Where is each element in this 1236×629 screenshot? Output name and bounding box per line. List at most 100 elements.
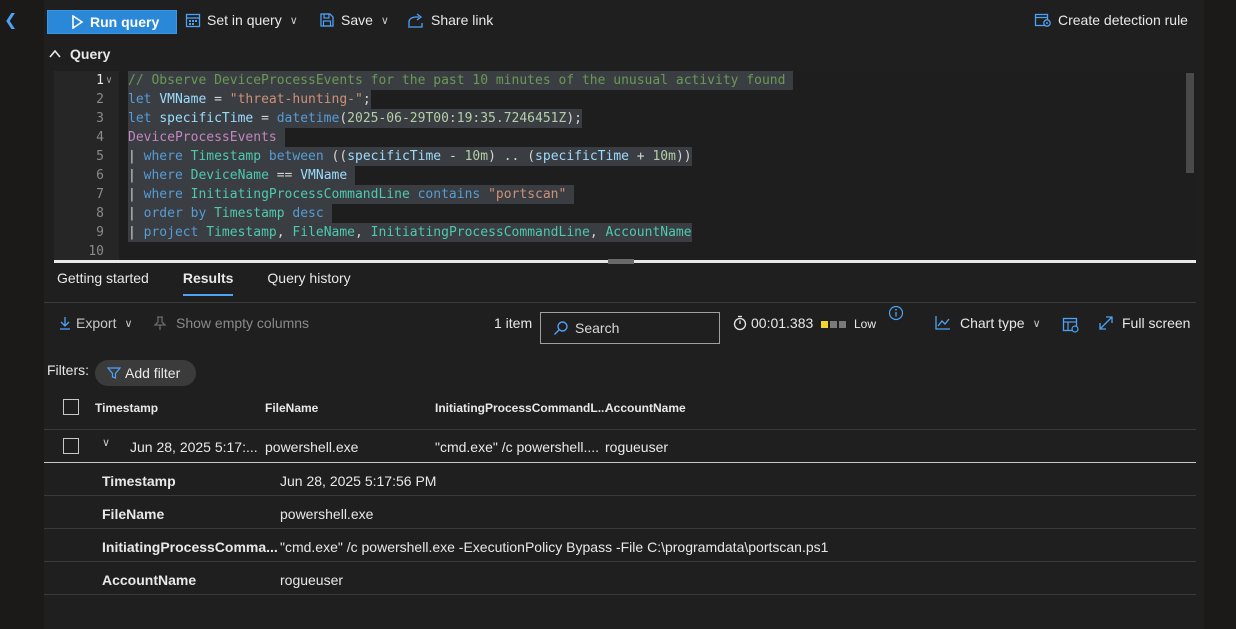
detail-key-timestamp: Timestamp [102,473,176,489]
set-in-query-button[interactable]: Set in query ∨ [185,12,298,28]
splitter-handle[interactable] [608,259,634,264]
code-line: 5 | where Timestamp between ((specificTi… [54,147,1184,166]
tab-getting-started[interactable]: Getting started [57,270,149,298]
code-line: 8 | order by Timestamp desc [54,204,1184,223]
query-section-toggle[interactable]: Query [48,46,110,62]
code-line: 3 let specificTime = datetime(2025-06-29… [54,109,1184,128]
set-in-query-label: Set in query [207,12,282,28]
detail-value-filename: powershell.exe [280,506,374,522]
detail-divider [44,561,1196,562]
column-header-cmdline[interactable]: InitiatingProcessCommandL... [435,401,608,415]
resource-usage-indicator: Low [821,317,876,331]
stopwatch-icon [733,315,747,331]
line-number: 7 [96,187,104,202]
column-header-account[interactable]: AccountName [605,401,686,415]
pin-icon [153,316,167,330]
column-header-filename[interactable]: FileName [265,401,318,415]
query-editor[interactable]: 1 ∨ // Observe DeviceProcessEvents for t… [54,71,1196,261]
export-button[interactable]: Export ∨ [58,315,133,331]
left-rail: ❮ [0,0,30,629]
line-number: 2 [96,92,104,107]
line-chart-icon [935,316,950,330]
cell-account: rogueuser [605,439,669,455]
detail-divider [44,495,1196,496]
code-line: 6 | where DeviceName == VMName [54,166,1184,185]
chevron-down-icon: ∨ [1032,317,1041,330]
create-detection-rule-label: Create detection rule [1058,12,1188,28]
detail-key-filename: FileName [102,506,165,522]
download-icon [60,317,70,330]
save-icon [320,13,334,27]
expand-icon [1099,316,1113,330]
show-empty-columns-label: Show empty columns [176,315,310,331]
add-filter-button[interactable]: Add filter [95,360,196,386]
run-query-button[interactable]: Run query [47,10,177,34]
create-detection-rule-button[interactable]: Create detection rule [1034,12,1188,28]
run-query-label: Run query [90,14,160,30]
detail-key-cmdline: InitiatingProcessComma... [102,539,278,555]
select-all-checkbox[interactable] [63,399,79,415]
chart-type-button[interactable]: Chart type ∨ [934,315,1041,331]
line-number: 5 [96,149,104,164]
editor-scrollbar[interactable] [1186,73,1194,173]
cell-filename: powershell.exe [265,439,359,455]
detail-divider [44,594,1196,595]
severity-label: Low [854,317,877,331]
tab-results[interactable]: Results [182,270,233,298]
detail-divider [44,528,1196,529]
line-number: 3 [96,111,104,126]
query-section-title: Query [70,46,111,62]
severity-bar-3 [839,320,846,328]
filter-icon [107,367,121,379]
chevron-left-icon[interactable]: ❮ [4,10,17,30]
hunting-panel: Run query Set in query ∨ Save ∨ Share li… [44,0,1204,629]
chevron-down-icon: ∨ [289,14,298,27]
full-screen-button[interactable]: Full screen [1098,315,1190,331]
column-settings-icon[interactable] [1062,317,1080,333]
line-number: 10 [88,244,104,259]
chart-type-label: Chart type [960,315,1025,331]
column-header-timestamp[interactable]: Timestamp [95,401,158,415]
fold-chevron-icon[interactable]: ∨ [106,71,112,90]
code-line: 4 DeviceProcessEvents [54,128,1184,147]
info-icon[interactable] [888,305,904,321]
query-duration: 00:01.383 [732,315,813,331]
share-icon [408,13,423,28]
detail-value-account: rogueuser [280,572,344,588]
cell-cmdline: "cmd.exe" /c powershell.... [435,439,600,455]
item-count-label: 1 item [494,315,533,331]
line-number: 9 [96,225,104,240]
results-tabs: Getting started Results Query history [57,270,385,298]
results-search-box[interactable] [540,312,720,344]
tab-divider [44,302,1196,303]
row-checkbox[interactable] [63,438,79,454]
share-link-label: Share link [431,12,494,28]
severity-bar-2 [830,320,837,328]
save-button[interactable]: Save ∨ [319,12,389,28]
add-filter-label: Add filter [125,365,181,381]
tab-query-history[interactable]: Query history [267,270,350,298]
chevron-down-icon: ∨ [124,317,133,330]
line-number: 4 [96,130,104,145]
query-toolbar: Run query Set in query ∨ Save ∨ Share li… [44,8,1204,36]
chevron-up-icon [49,49,61,58]
play-icon [72,15,84,29]
row-divider [44,462,1196,463]
detail-value-cmdline: "cmd.exe" /c powershell.exe -ExecutionPo… [280,539,829,555]
cell-timestamp: Jun 28, 2025 5:17:... [130,439,258,455]
line-number: 8 [96,206,104,221]
detail-key-account: AccountName [102,572,197,588]
code-line: 1 ∨ // Observe DeviceProcessEvents for t… [54,71,1184,90]
code-line: 9 | project Timestamp, FileName, Initiat… [54,223,1184,242]
search-input[interactable] [575,320,715,336]
show-empty-columns-toggle[interactable]: Show empty columns [152,315,309,331]
share-link-button[interactable]: Share link [407,12,493,28]
detail-value-timestamp: Jun 28, 2025 5:17:56 PM [280,473,437,489]
line-number: 6 [96,168,104,183]
chevron-down-icon[interactable]: ∨ [102,436,110,449]
header-divider [44,429,1196,430]
search-icon [554,321,568,335]
chevron-down-icon: ∨ [380,14,389,27]
code-line: 2 let VMName = "threat-hunting-"; [54,90,1184,109]
code-line: 7 | where InitiatingProcessCommandLine c… [54,185,1184,204]
